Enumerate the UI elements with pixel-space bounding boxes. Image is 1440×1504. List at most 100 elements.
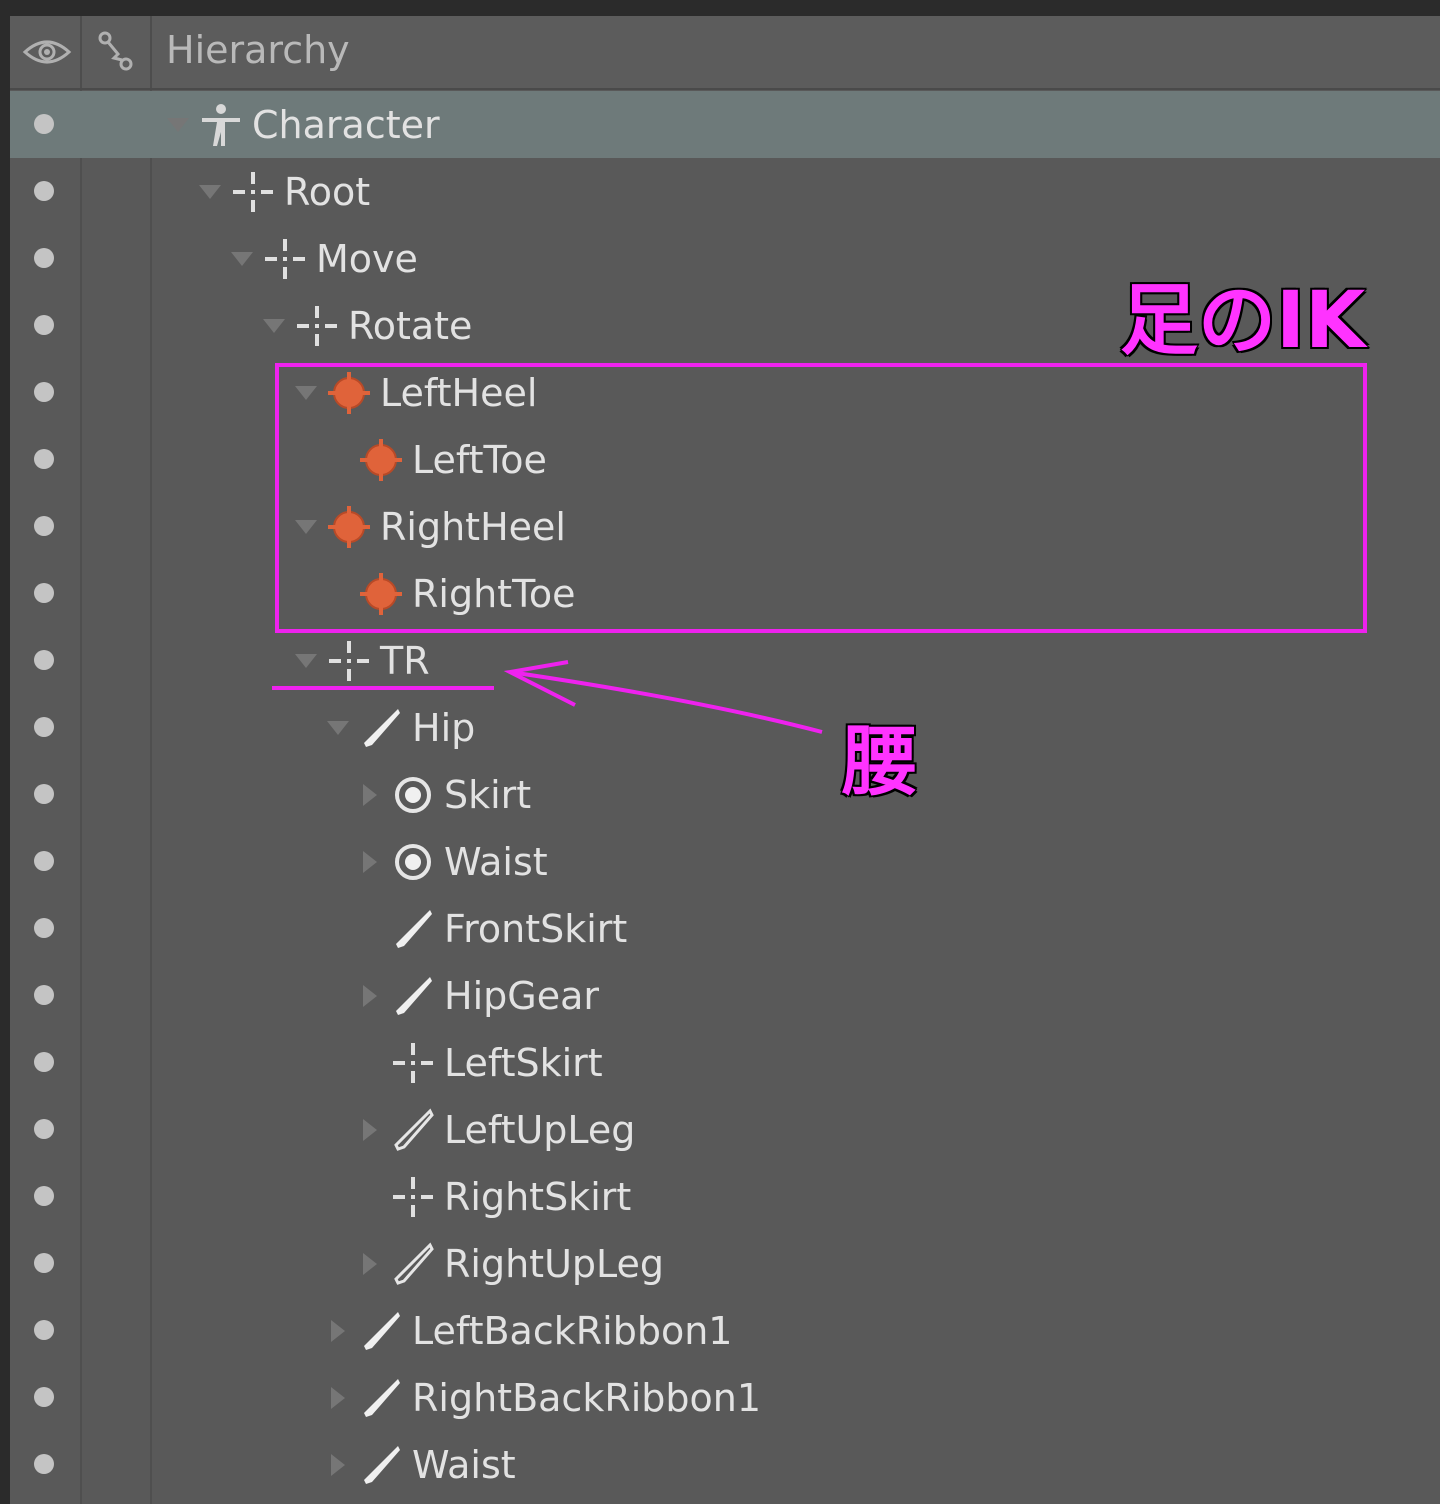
tree-node[interactable]: RightBackRibbon1 (324, 1364, 761, 1431)
collapse-arrow-icon[interactable] (260, 312, 288, 340)
tree-row[interactable]: FrontSkirt (10, 895, 1440, 962)
tree-node[interactable]: LeftBackRibbon1 (324, 1297, 732, 1364)
expand-arrow-icon[interactable] (356, 1250, 384, 1278)
visibility-toggle[interactable] (34, 985, 54, 1005)
tree-row[interactable]: Hip (10, 694, 1440, 761)
tree-node[interactable]: Waist (356, 828, 548, 895)
tree-row[interactable]: RightBackRibbon1 (10, 1364, 1440, 1431)
tree-node-label: LeftSkirt (444, 1040, 603, 1085)
tree-row[interactable]: Skirt (10, 761, 1440, 828)
bone-icon (358, 1375, 404, 1421)
tree-row[interactable]: RightUpLeg (10, 1230, 1440, 1297)
tree-row[interactable]: TR (10, 627, 1440, 694)
tree-node-label: LeftUpLeg (444, 1107, 636, 1152)
tree-node[interactable]: Skirt (356, 761, 531, 828)
radio-icon (390, 772, 436, 818)
expand-arrow-icon[interactable] (324, 1317, 352, 1345)
tree-node[interactable]: TR (292, 627, 430, 694)
tree-node-label: Waist (444, 839, 548, 884)
bone-icon (390, 906, 436, 952)
expand-arrow-icon[interactable] (324, 1451, 352, 1479)
visibility-toggle[interactable] (34, 449, 54, 469)
tree-node-label: Move (316, 236, 418, 281)
tree-node[interactable]: HipGear (356, 962, 599, 1029)
visibility-toggle[interactable] (34, 114, 54, 134)
ik-highlight-box (275, 363, 1367, 633)
tree-node-label: Character (252, 102, 440, 147)
visibility-toggle[interactable] (34, 1119, 54, 1139)
expand-arrow-icon[interactable] (356, 1116, 384, 1144)
tree-node[interactable]: Character (164, 91, 440, 158)
tree-node-label: TR (380, 638, 430, 683)
tree-node[interactable]: Rotate (260, 292, 472, 359)
link-icon[interactable] (96, 30, 136, 74)
visibility-toggle[interactable] (34, 1253, 54, 1273)
expand-arrow-icon[interactable] (356, 848, 384, 876)
visibility-toggle[interactable] (34, 1387, 54, 1407)
tree-node[interactable]: RightSkirt (356, 1163, 631, 1230)
tree-node-label: LeftBackRibbon1 (412, 1308, 733, 1353)
tree-node-label: Root (284, 169, 371, 214)
tree-node[interactable]: Root (196, 158, 370, 225)
tree-node-label: RightUpLeg (444, 1241, 665, 1286)
tree-node[interactable]: LeftSkirt (356, 1029, 603, 1096)
eye-icon[interactable] (22, 34, 72, 70)
visibility-toggle[interactable] (34, 1186, 54, 1206)
tree-row[interactable]: LeftBackRibbon1 (10, 1297, 1440, 1364)
visibility-toggle[interactable] (34, 1052, 54, 1072)
collapse-arrow-icon[interactable] (324, 714, 352, 742)
tree-row[interactable]: Waist (10, 1431, 1440, 1498)
visibility-toggle[interactable] (34, 1320, 54, 1340)
tree-node[interactable]: Hip (324, 694, 475, 761)
transform-icon (390, 1174, 436, 1220)
visibility-toggle[interactable] (34, 583, 54, 603)
tree-node[interactable]: Move (228, 225, 418, 292)
tree-node-label: Rotate (348, 303, 473, 348)
expand-arrow-icon[interactable] (356, 781, 384, 809)
visibility-toggle[interactable] (34, 382, 54, 402)
visibility-toggle[interactable] (34, 315, 54, 335)
panel-title: Hierarchy (166, 28, 350, 72)
tree-row[interactable]: Waist (10, 828, 1440, 895)
hierarchy-header: Hierarchy (10, 16, 1440, 90)
collapse-arrow-icon[interactable] (292, 647, 320, 675)
tree-row[interactable]: RightSkirt (10, 1163, 1440, 1230)
hip-annotation-label: 腰 (841, 716, 919, 807)
tree-node[interactable]: RightUpLeg (356, 1230, 664, 1297)
transform-icon (262, 236, 308, 282)
arrow-spacer (356, 1183, 384, 1211)
tree-node[interactable]: FrontSkirt (356, 895, 627, 962)
transform-icon (326, 638, 372, 684)
visibility-toggle[interactable] (34, 650, 54, 670)
visibility-toggle[interactable] (34, 516, 54, 536)
ik-annotation-label: 足のIK (1119, 275, 1366, 367)
header-separator (150, 16, 152, 88)
tree-node-label: Skirt (444, 772, 532, 817)
visibility-toggle[interactable] (34, 181, 54, 201)
expand-arrow-icon[interactable] (356, 982, 384, 1010)
collapse-arrow-icon[interactable] (228, 245, 256, 273)
tree-row[interactable]: Root (10, 158, 1440, 225)
radio-icon (390, 839, 436, 885)
collapse-arrow-icon[interactable] (164, 111, 192, 139)
visibility-toggle[interactable] (34, 717, 54, 737)
collapse-arrow-icon[interactable] (196, 178, 224, 206)
tree-row[interactable]: Character (10, 91, 1440, 158)
bone-icon (358, 1442, 404, 1488)
visibility-toggle[interactable] (34, 784, 54, 804)
tree-row[interactable]: LeftSkirt (10, 1029, 1440, 1096)
tree-node-label: RightSkirt (444, 1174, 632, 1219)
visibility-toggle[interactable] (34, 918, 54, 938)
tree-node-label: HipGear (444, 973, 599, 1018)
tree-node[interactable]: Waist (324, 1431, 516, 1498)
tree-node-label: Hip (412, 705, 476, 750)
visibility-toggle[interactable] (34, 1454, 54, 1474)
visibility-toggle[interactable] (34, 248, 54, 268)
bone-outline-icon (390, 1241, 436, 1287)
tree-node[interactable]: LeftUpLeg (356, 1096, 635, 1163)
tree-row[interactable]: HipGear (10, 962, 1440, 1029)
bone-icon (390, 973, 436, 1019)
expand-arrow-icon[interactable] (324, 1384, 352, 1412)
tree-row[interactable]: LeftUpLeg (10, 1096, 1440, 1163)
visibility-toggle[interactable] (34, 851, 54, 871)
